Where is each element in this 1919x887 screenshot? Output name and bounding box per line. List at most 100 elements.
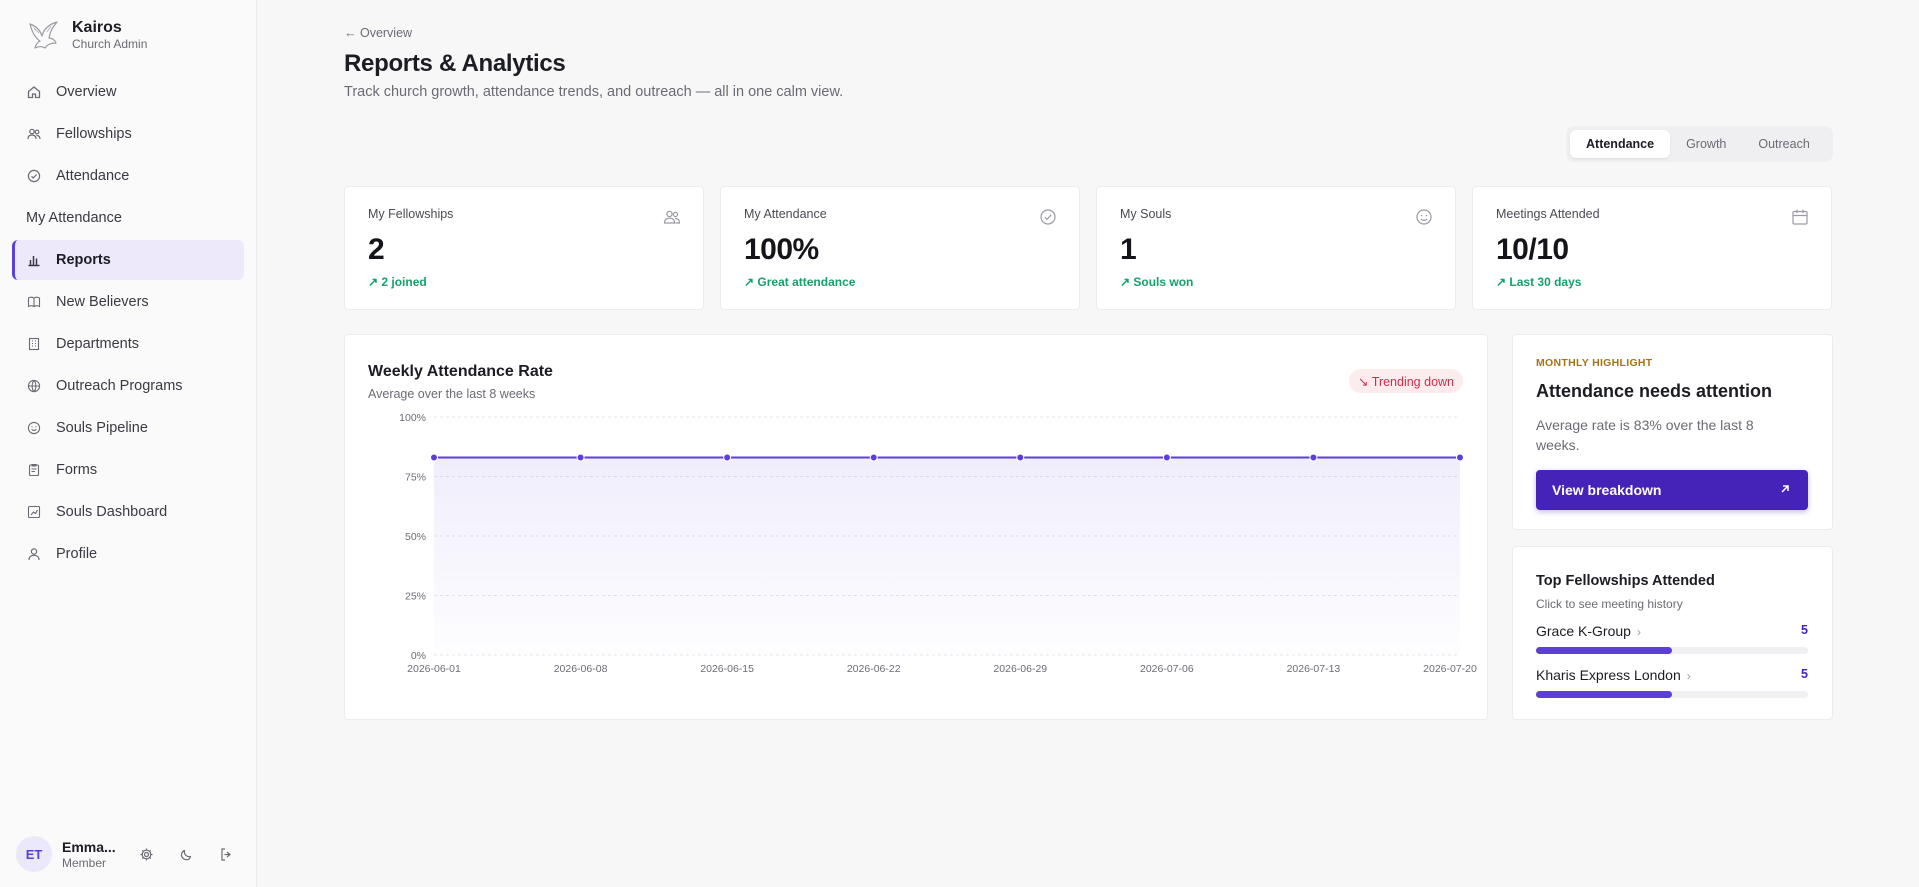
globe-icon — [26, 378, 42, 394]
avatar[interactable]: ET — [16, 836, 52, 872]
sidebar-item-my-attendance[interactable]: My Attendance — [12, 198, 244, 238]
fellowship-row[interactable]: Grace K-Group › 5 — [1536, 623, 1808, 659]
sidebar-item-label: Fellowships — [56, 126, 132, 142]
sidebar-item-attendance[interactable]: Attendance — [12, 156, 244, 196]
smile-icon — [1416, 209, 1432, 225]
y-tick-label: 50% — [405, 531, 426, 543]
data-point — [430, 453, 438, 462]
y-tick-label: 75% — [405, 472, 426, 484]
bar-chart-icon — [26, 252, 42, 268]
sidebar-item-label: Souls Dashboard — [56, 504, 168, 520]
x-tick-label: 2026-06-29 — [993, 663, 1047, 675]
stat-value: 2 — [368, 233, 385, 266]
stat-card-meetings[interactable]: Meetings Attended 10/10 ↗ Last 30 days — [1472, 186, 1832, 310]
stat-note: ↗ 2 joined — [368, 275, 427, 289]
sidebar: Kairos Church Admin Overview Fellowships… — [0, 0, 257, 887]
data-point — [1162, 453, 1171, 462]
data-point — [1456, 453, 1464, 462]
sidebar-item-outreach-programs[interactable]: Outreach Programs — [12, 366, 244, 406]
user-box: ET Emma... Member — [16, 836, 241, 872]
attendance-chart-card: Weekly Attendance Rate Average over the … — [344, 334, 1488, 720]
clipboard-icon — [26, 462, 42, 478]
top-fellowships-title: Top Fellowships Attended — [1536, 573, 1715, 589]
x-tick-label: 2026-06-01 — [407, 663, 461, 675]
check-circle-icon — [1040, 209, 1056, 225]
tab-growth[interactable]: Growth — [1670, 130, 1742, 158]
fellowship-bar-fill — [1536, 691, 1672, 698]
data-point — [1309, 453, 1318, 462]
y-tick-label: 0% — [411, 650, 426, 662]
sidebar-item-new-believers[interactable]: New Believers — [12, 282, 244, 322]
users-icon — [26, 126, 42, 142]
user-name: Emma... — [62, 838, 116, 855]
stat-value: 100% — [744, 233, 819, 266]
stat-card-fellowships[interactable]: My Fellowships 2 ↗ 2 joined — [344, 186, 704, 310]
logout-icon[interactable] — [216, 844, 236, 864]
arrow-up-right-icon — [1781, 485, 1789, 493]
view-breakdown-button[interactable]: View breakdown — [1536, 470, 1808, 510]
sidebar-nav: Overview Fellowships Attendance My Atten… — [12, 72, 244, 576]
user-role: Member — [62, 855, 107, 870]
chevron-right-icon: › — [1636, 625, 1641, 639]
fellowship-count: 5 — [1801, 623, 1808, 637]
stat-card-souls[interactable]: My Souls 1 ↗ Souls won — [1096, 186, 1456, 310]
stat-label: Meetings Attended — [1496, 207, 1600, 221]
stat-label: My Souls — [1120, 207, 1172, 221]
highlight-title: Attendance needs attention — [1536, 381, 1773, 401]
fellowship-name: Kharis Express London — [1536, 667, 1681, 683]
page-subtitle: Track church growth, attendance trends, … — [344, 84, 844, 100]
sidebar-item-label: My Attendance — [26, 210, 122, 226]
report-tabs: Attendance Growth Outreach — [1566, 126, 1833, 162]
sidebar-item-label: Profile — [56, 546, 98, 562]
sidebar-item-label: Departments — [56, 336, 140, 352]
fellowship-bar-fill — [1536, 647, 1672, 654]
sidebar-item-label: New Believers — [56, 294, 149, 310]
gear-icon[interactable] — [136, 844, 156, 864]
attendance-line-chart: 0% 25% 50% 75% 100% 2026-06-01 2026-06-08 2026-… — [399, 412, 1477, 675]
app-subtitle: Church Admin — [72, 37, 148, 51]
sidebar-item-fellowships[interactable]: Fellowships — [12, 114, 244, 154]
dove-logo-icon — [29, 21, 58, 49]
stat-note: ↗ Last 30 days — [1496, 275, 1582, 289]
sidebar-item-reports[interactable]: Reports — [12, 240, 244, 280]
brand[interactable]: Kairos Church Admin — [24, 16, 147, 54]
dashboard-icon — [26, 504, 42, 520]
sidebar-item-souls-dashboard[interactable]: Souls Dashboard — [12, 492, 244, 532]
fellowship-row[interactable]: Kharis Express London › 5 — [1536, 667, 1808, 703]
sidebar-item-souls-pipeline[interactable]: Souls Pipeline — [12, 408, 244, 448]
x-tick-label: 2026-07-20 — [1423, 663, 1477, 675]
sidebar-item-label: Souls Pipeline — [56, 420, 148, 436]
top-fellowships-card: Top Fellowships Attended Click to see me… — [1512, 546, 1833, 720]
tab-attendance[interactable]: Attendance — [1570, 130, 1671, 158]
data-point — [1016, 453, 1025, 462]
stat-note: ↗ Great attendance — [744, 275, 856, 289]
sidebar-item-label: Attendance — [56, 168, 130, 184]
sidebar-item-label: Overview — [56, 84, 117, 100]
app-name: Kairos — [72, 19, 122, 36]
fellowship-count: 5 — [1801, 667, 1808, 681]
stat-card-attendance[interactable]: My Attendance 100% ↗ Great attendance — [720, 186, 1080, 310]
sidebar-item-departments[interactable]: Departments — [12, 324, 244, 364]
highlight-text: Average rate is 83% over the last 8 week… — [1536, 417, 1754, 453]
sidebar-item-profile[interactable]: Profile — [12, 534, 244, 574]
data-point — [869, 453, 878, 462]
stat-label: My Attendance — [744, 207, 827, 221]
back-link[interactable]: ← Overview — [344, 26, 412, 40]
tab-outreach[interactable]: Outreach — [1742, 130, 1825, 158]
fellowship-bar-track — [1536, 647, 1808, 654]
monthly-highlight-card: MONTHLY HIGHLIGHT Attendance needs atten… — [1512, 334, 1833, 530]
stat-label: My Fellowships — [368, 207, 454, 221]
moon-icon[interactable] — [176, 844, 196, 864]
sidebar-item-label: Reports — [56, 252, 111, 268]
sidebar-item-forms[interactable]: Forms — [12, 450, 244, 490]
stat-value: 1 — [1120, 233, 1137, 266]
x-tick-label: 2026-07-06 — [1140, 663, 1194, 675]
calendar-icon — [1792, 209, 1808, 225]
sidebar-item-label: Outreach Programs — [56, 378, 183, 394]
data-point — [723, 453, 732, 462]
chevron-right-icon: › — [1686, 669, 1691, 683]
sidebar-item-overview[interactable]: Overview — [12, 72, 244, 112]
series-area — [434, 457, 1460, 655]
y-tick-label: 25% — [405, 591, 426, 603]
x-tick-label: 2026-06-22 — [847, 663, 901, 675]
